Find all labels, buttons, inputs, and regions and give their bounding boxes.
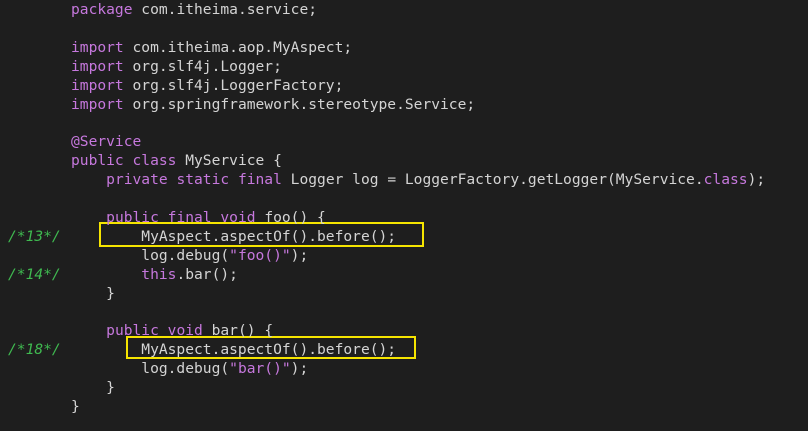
code-text: } bbox=[71, 397, 80, 416]
code-text: log.debug("bar()"); bbox=[71, 359, 308, 378]
keyword-token: class bbox=[703, 171, 748, 189]
keyword-token: import bbox=[71, 76, 124, 94]
annotation-token: @Service bbox=[71, 133, 142, 151]
code-text: public void bar() { bbox=[71, 321, 273, 340]
keyword-token: import bbox=[71, 38, 124, 56]
string-token: "bar()" bbox=[229, 360, 291, 378]
keyword-token: import bbox=[71, 95, 124, 113]
code-text: public final void foo() { bbox=[71, 208, 326, 227]
keyword-token: public final void bbox=[106, 208, 256, 226]
code-editor[interactable]: package com.itheima.service; import com.i… bbox=[0, 0, 808, 431]
code-text: MyAspect.aspectOf().before(); bbox=[71, 227, 396, 246]
code-token: Logger log = LoggerFactory.getLogger(MyS… bbox=[281, 171, 704, 189]
code-text: @Service bbox=[71, 132, 141, 151]
code-text: import org.slf4j.LoggerFactory; bbox=[71, 76, 343, 95]
code-text: } bbox=[71, 284, 115, 303]
keyword-token: private static final bbox=[106, 171, 282, 189]
line-number-comment: /*18*/ bbox=[8, 341, 61, 359]
code-text: this.bar(); bbox=[71, 265, 238, 284]
code-token: org.slf4j.Logger; bbox=[123, 57, 282, 75]
code-token: ); bbox=[290, 246, 309, 264]
line-number-comment: /*13*/ bbox=[8, 227, 61, 245]
code-token: com.itheima.service; bbox=[132, 1, 318, 18]
code-token: } bbox=[71, 397, 80, 415]
code-token: ); bbox=[747, 171, 766, 189]
line-number-comment: /*14*/ bbox=[8, 265, 61, 283]
code-text: package com.itheima.service; bbox=[71, 0, 317, 19]
code-token: } bbox=[71, 284, 115, 302]
keyword-token: import bbox=[71, 57, 124, 75]
code-text: import com.itheima.aop.MyAspect; bbox=[71, 38, 352, 57]
keyword-token: public void bbox=[106, 322, 203, 340]
code-token: .bar(); bbox=[176, 265, 238, 283]
code-token: foo() { bbox=[255, 208, 326, 226]
keyword-token: this bbox=[141, 265, 177, 283]
keyword-token: package bbox=[71, 1, 133, 18]
code-text: import org.slf4j.Logger; bbox=[71, 57, 282, 76]
code-token: bar() { bbox=[202, 322, 274, 340]
code-text: log.debug("foo()"); bbox=[71, 246, 308, 265]
code-token: ); bbox=[290, 360, 309, 378]
keyword-token: public class bbox=[71, 152, 177, 170]
code-token: com.itheima.aop.MyAspect; bbox=[123, 38, 353, 56]
code-text: import org.springframework.stereotype.Se… bbox=[71, 95, 475, 114]
code-token: } bbox=[71, 379, 115, 396]
code-token: log.debug( bbox=[71, 360, 230, 378]
code-token: MyService { bbox=[176, 152, 282, 170]
code-text: MyAspect.aspectOf().before(); bbox=[71, 340, 396, 359]
code-text: private static final Logger log = Logger… bbox=[71, 170, 765, 189]
string-token: "foo()" bbox=[229, 246, 291, 264]
code-token: org.springframework.stereotype.Service; bbox=[123, 95, 476, 113]
code-text: public class MyService { bbox=[71, 151, 282, 170]
code-token: MyAspect.aspectOf().before(); bbox=[71, 227, 397, 245]
code-token: org.slf4j.LoggerFactory; bbox=[123, 76, 344, 94]
code-token: log.debug( bbox=[71, 246, 230, 264]
code-text: } bbox=[71, 378, 115, 397]
code-token: MyAspect.aspectOf().before(); bbox=[71, 341, 397, 359]
